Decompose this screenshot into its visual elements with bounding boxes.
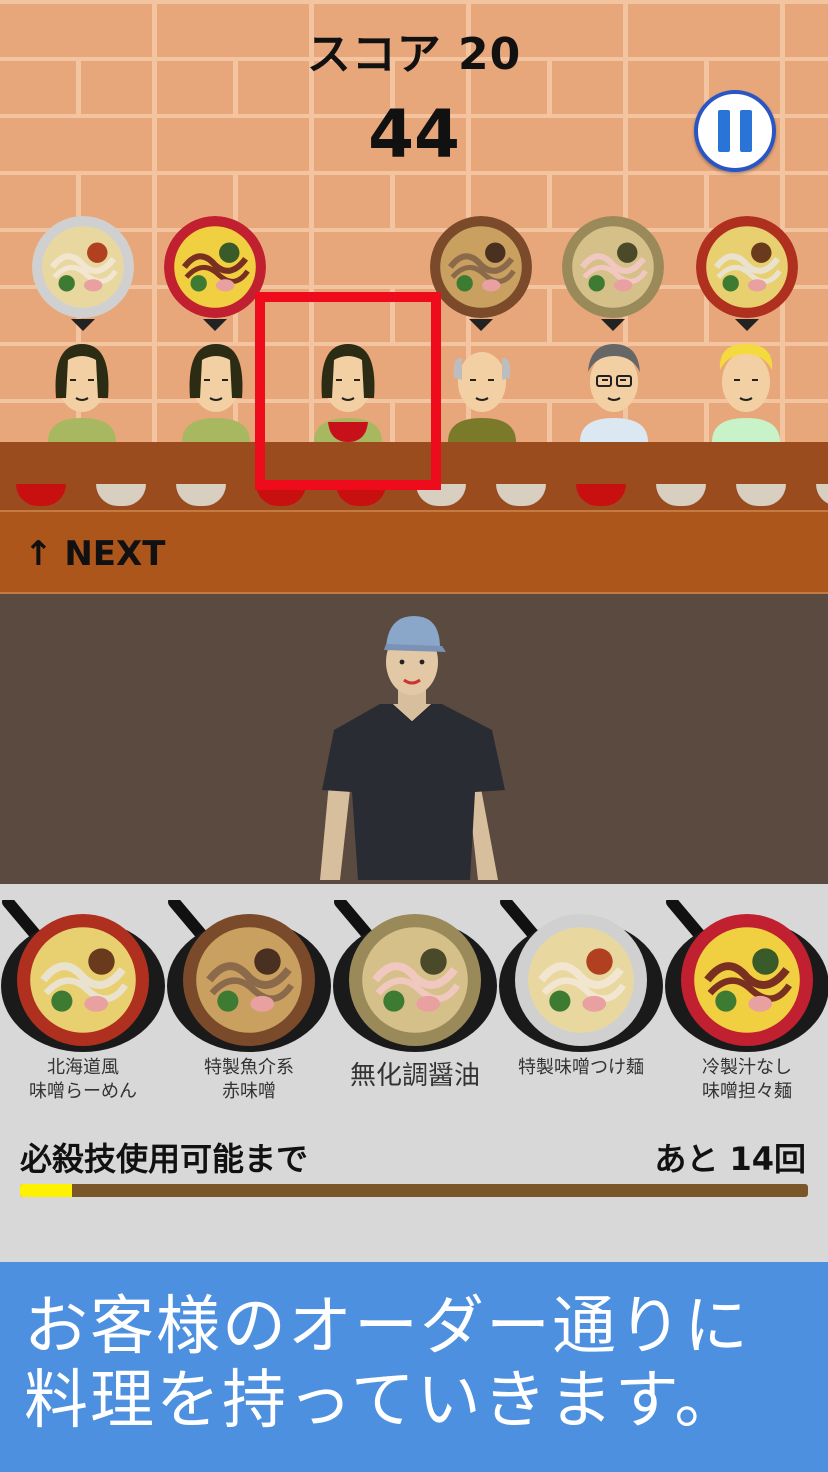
next-label: ↑ NEXT	[24, 534, 166, 574]
pan-button[interactable]	[166, 896, 332, 1060]
banner-line-1: お客様のオーダー通りに	[24, 1290, 750, 1364]
order-pointer-icon	[203, 319, 227, 331]
pan-button[interactable]	[664, 896, 828, 1060]
order-bubble	[430, 216, 532, 318]
order-bubble	[32, 216, 134, 318]
customer[interactable]	[440, 338, 524, 442]
customer[interactable]	[40, 338, 124, 442]
order-pointer-icon	[735, 319, 759, 331]
order-bubble	[562, 216, 664, 318]
pause-button[interactable]	[694, 90, 776, 172]
banner-line-2: 料理を持っていきます。	[24, 1364, 741, 1438]
pan-button[interactable]	[0, 896, 166, 1060]
score-label: スコア 20	[306, 29, 522, 80]
dish-name: 特製魚介系 赤味噌	[204, 1057, 294, 1102]
special-move-label: 必殺技使用可能まで	[20, 1140, 309, 1178]
order-bubble	[164, 216, 266, 318]
customer[interactable]	[174, 338, 258, 442]
pause-icon	[740, 110, 752, 152]
special-gauge	[20, 1184, 808, 1197]
special-remaining: あと 14回	[654, 1140, 806, 1178]
customer[interactable]	[704, 338, 788, 442]
pan-button[interactable]	[498, 896, 664, 1060]
tutorial-banner: お客様のオーダー通りに 料理を持っていきます。	[0, 1262, 828, 1472]
pan-button[interactable]	[332, 896, 498, 1060]
pause-icon	[718, 110, 730, 152]
next-strip: ↑ NEXT	[0, 510, 828, 594]
dish-name: 無化調醤油	[349, 1061, 480, 1091]
target-highlight	[255, 292, 441, 490]
dish-name: 特製味噌つけ麺	[518, 1057, 644, 1078]
special-gauge-fill	[20, 1184, 72, 1197]
order-pointer-icon	[469, 319, 493, 331]
order-pointer-icon	[601, 319, 625, 331]
order-bubble	[696, 216, 798, 318]
kitchen	[0, 594, 828, 884]
dish-name: 冷製汁なし 味噌担々麺	[702, 1057, 792, 1102]
brick-row	[0, 171, 828, 228]
customer[interactable]	[572, 338, 656, 442]
dish-name: 北海道風 味噌らーめん	[29, 1057, 137, 1102]
order-pointer-icon	[71, 319, 95, 331]
chef	[320, 616, 505, 880]
